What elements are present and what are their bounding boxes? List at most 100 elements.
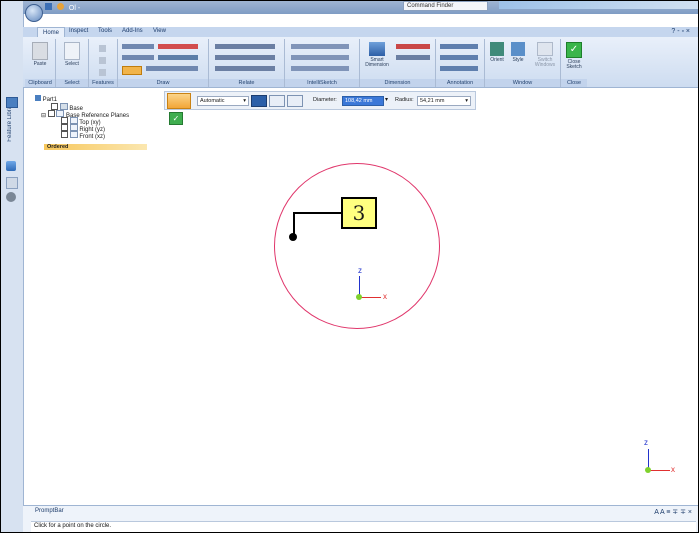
ordered-marker[interactable]: Ordered (44, 144, 147, 150)
intellisketch-icon[interactable] (291, 44, 349, 49)
annotation-tools-icon[interactable] (440, 66, 478, 71)
layers-icon[interactable] (6, 161, 16, 171)
arc-tools-icon[interactable] (158, 44, 198, 49)
group-label: Window (485, 79, 560, 87)
intellisketch-icon[interactable] (291, 55, 349, 60)
folder-icon (56, 110, 65, 117)
feature-icon[interactable] (99, 69, 106, 76)
smart-dimension-button[interactable]: Smart Dimension (362, 42, 392, 68)
tab-add-ins[interactable]: Add-Ins (122, 28, 143, 34)
checkbox-icon[interactable] (47, 110, 55, 117)
prompt-bar-title: PromptBar (35, 508, 64, 514)
line-color-button[interactable] (251, 95, 267, 107)
x-axis-label: x (383, 292, 387, 301)
feature-icon[interactable] (99, 57, 106, 64)
options-button[interactable] (167, 93, 191, 109)
group-label: Draw (118, 79, 208, 87)
style-button[interactable]: Style (508, 42, 528, 63)
prompt-text-area (31, 521, 696, 532)
relate-tools-icon[interactable] (215, 55, 275, 60)
switch-windows-button[interactable]: Switch Windows (531, 42, 559, 68)
feature-icon[interactable] (99, 45, 106, 52)
arrow-cursor-icon (64, 42, 80, 60)
part-icon (35, 95, 41, 101)
paste-button[interactable]: Paste (28, 42, 52, 67)
diameter-input[interactable]: 108,42 mm (342, 96, 384, 106)
mode-select[interactable]: Automatic ▾ (197, 96, 249, 106)
intellisketch-icon[interactable] (291, 66, 349, 71)
step-callout: 3 (341, 197, 377, 229)
annotation-tools-icon[interactable] (440, 55, 478, 60)
tree-item-front-plane[interactable]: Front (xz) (61, 131, 105, 140)
trim-tools-icon[interactable] (146, 66, 198, 71)
title-bar: Command Finder (23, 1, 698, 14)
left-docking-strip: Feature Library (1, 1, 24, 532)
group-close: ✓ Close Sketch Close (561, 39, 587, 87)
close-sketch-button[interactable]: ✓ Close Sketch (562, 42, 586, 70)
orient-button[interactable]: Orient (486, 42, 508, 63)
group-label: Close (561, 79, 587, 87)
relate-tools-icon[interactable] (215, 44, 275, 49)
accept-button[interactable]: ✓ (169, 112, 183, 125)
help-icon[interactable]: ? - ▫ × (671, 28, 690, 35)
title-toolbar-icons[interactable] (499, 1, 698, 9)
group-select: Select Select (56, 39, 89, 87)
chevron-down-icon: ▾ (243, 98, 246, 104)
application-button[interactable] (25, 4, 43, 22)
annotation-tools-icon[interactable] (440, 44, 478, 49)
select-button[interactable]: Select (60, 42, 84, 67)
dimension-tools-icon[interactable] (396, 44, 430, 49)
rectangle-tools-icon[interactable] (122, 55, 154, 60)
checkbox-icon[interactable] (51, 103, 58, 110)
chevron-down-icon: ▾ (465, 98, 468, 104)
base-icon (59, 103, 68, 110)
tab-tools[interactable]: Tools (98, 28, 112, 34)
fillet-tools-icon[interactable] (158, 55, 198, 60)
chevron-down-icon[interactable]: ▾ (385, 96, 388, 103)
checkbox-icon[interactable] (61, 117, 68, 124)
prompt-bar-controls[interactable]: A A ≡ ∓ ∓ × (654, 508, 692, 516)
line-width-button[interactable] (287, 95, 303, 107)
group-label: IntelliSketch (285, 79, 359, 87)
line-tools-icon[interactable] (122, 44, 154, 49)
plane-icon (69, 117, 78, 124)
sensors-icon[interactable] (6, 177, 18, 189)
orient-icon (490, 42, 504, 56)
relate-tools-icon[interactable] (215, 66, 275, 71)
sketch-circle[interactable] (274, 163, 440, 329)
dimension-tools-icon[interactable] (396, 55, 430, 60)
line-type-button[interactable] (269, 95, 285, 107)
command-finder-field[interactable]: Command Finder (403, 1, 488, 11)
clipboard-icon (32, 42, 48, 60)
tab-inspect[interactable]: Inspect (69, 28, 88, 34)
parts-library-icon[interactable] (6, 97, 18, 108)
group-label: Clipboard (25, 79, 55, 87)
radius-input[interactable]: 54,21 mm ▾ (417, 96, 471, 106)
app-window: Feature Library Command Finder Ol - Soli… (0, 0, 699, 533)
triad-z-label: z (644, 438, 648, 447)
tab-view[interactable]: View (153, 28, 166, 34)
undo-icon[interactable] (56, 3, 64, 10)
window-controls[interactable]: - ▫ × (649, 15, 694, 24)
quick-access-toolbar[interactable]: Ol - (45, 3, 80, 12)
checkbox-icon[interactable] (61, 131, 68, 138)
z-axis-label: z (358, 266, 362, 275)
group-relate: Relate (209, 39, 285, 87)
checkbox-icon[interactable] (61, 124, 68, 131)
windows-icon (537, 42, 553, 56)
circle-command-bar: Automatic ▾ Diameter: 108,42 mm ▾ Radius… (164, 91, 476, 110)
circle-point-marker (289, 233, 297, 241)
radius-label: Radius: (395, 97, 414, 103)
group-annotation: Annotation (436, 39, 485, 87)
group-label: Dimension (360, 79, 435, 87)
save-icon[interactable] (45, 3, 52, 10)
tree-root-part[interactable]: Part1 (35, 95, 57, 103)
group-window: Orient Style Switch Windows Window (485, 39, 561, 87)
group-label: Annotation (436, 79, 484, 87)
style-icon (511, 42, 525, 56)
group-dimension: Smart Dimension Dimension (360, 39, 436, 87)
group-label: Relate (209, 79, 284, 87)
quick-access-menu[interactable]: Ol - (69, 5, 80, 12)
circle-tool-icon[interactable] (122, 66, 142, 75)
settings-icon[interactable] (6, 192, 16, 202)
